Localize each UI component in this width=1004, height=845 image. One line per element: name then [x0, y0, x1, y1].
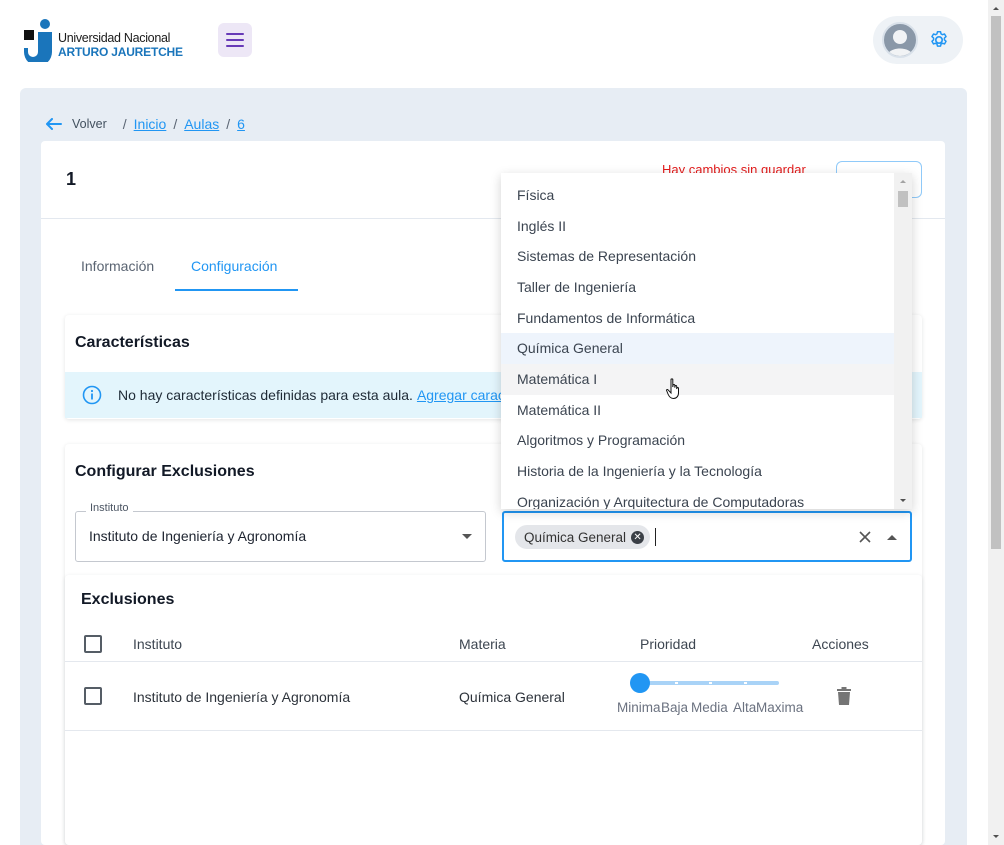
hamburger-icon — [226, 33, 244, 47]
tab-configuracion[interactable]: Configuración — [191, 258, 277, 274]
scroll-down-arrow-icon[interactable] — [894, 495, 912, 507]
add-caracteristica-link[interactable]: Agregar carac — [417, 387, 505, 403]
text-cursor — [655, 528, 656, 546]
dropdown-scrollbar[interactable] — [894, 173, 912, 509]
dropdown-option[interactable]: Sistemas de Representación — [501, 241, 894, 272]
table-row-divider — [65, 730, 922, 731]
scroll-up-arrow-icon[interactable] — [894, 175, 912, 187]
logo-line-2: ARTURO JAURETCHE — [58, 45, 183, 59]
top-bar: Universidad Nacional ARTURO JAURETCHE — [0, 0, 988, 88]
breadcrumb-inicio[interactable]: Inicio — [134, 116, 167, 132]
dropdown-option-selected[interactable]: Química General — [501, 333, 894, 364]
arrow-left-icon — [46, 118, 62, 130]
priority-slider-thumb[interactable] — [630, 673, 650, 693]
priority-mark-maxima: Maxima — [756, 700, 804, 715]
page-scrollbar-thumb[interactable] — [991, 16, 1001, 549]
dropdown-option[interactable]: Inglés II — [501, 211, 894, 242]
back-label: Volver — [72, 117, 107, 131]
materias-autocomplete[interactable]: Química General ✕ — [502, 511, 912, 562]
page-scroll-down-icon[interactable] — [988, 831, 1004, 843]
breadcrumb-aula-id[interactable]: 6 — [237, 116, 245, 132]
dropdown-scrollbar-thumb[interactable] — [898, 191, 908, 207]
dropdown-option[interactable]: Física — [501, 180, 894, 211]
dropdown-option[interactable]: Taller de Ingeniería — [501, 272, 894, 303]
gear-icon[interactable] — [928, 29, 950, 51]
collapse-arrow-icon[interactable] — [887, 534, 897, 540]
dropdown-arrow-icon — [462, 534, 472, 539]
tab-informacion[interactable]: Información — [81, 258, 154, 274]
exclusiones-title: Exclusiones — [81, 591, 175, 608]
caracteristicas-title: Características — [75, 334, 190, 351]
dropdown-option[interactable]: Matemática II — [501, 395, 894, 426]
dropdown-option[interactable]: Historia de la Ingeniería y la Tecnologí… — [501, 456, 894, 487]
cell-instituto: Instituto de Ingeniería y Agronomía — [133, 689, 351, 705]
breadcrumb-separator: / — [173, 116, 178, 132]
configurar-exclusiones-title: Configurar Exclusiones — [75, 463, 255, 480]
priority-mark-alta: Alta — [733, 700, 757, 715]
column-header-acciones: Acciones — [812, 636, 869, 652]
breadcrumb-separator: / — [226, 116, 231, 132]
info-text: No hay características definidas para es… — [118, 387, 505, 403]
dropdown-option[interactable]: Algoritmos y Programación — [501, 425, 894, 456]
instituto-select[interactable]: Instituto Instituto de Ingeniería y Agro… — [75, 502, 486, 562]
slider-mark — [675, 682, 678, 684]
row-checkbox[interactable] — [84, 687, 102, 705]
column-header-prioridad[interactable]: Prioridad — [640, 636, 696, 652]
breadcrumb: Volver / Inicio / Aulas / 6 — [46, 114, 245, 134]
cell-materia: Química General — [459, 689, 565, 705]
page-scrollbar[interactable] — [988, 0, 1004, 845]
hand-cursor-icon — [666, 378, 679, 400]
university-logo[interactable]: Universidad Nacional ARTURO JAURETCHE — [24, 18, 184, 62]
logo-line-1: Universidad Nacional — [58, 31, 171, 45]
logo-mark-icon — [24, 19, 52, 62]
instituto-label: Instituto — [86, 502, 133, 514]
info-message: No hay características definidas para es… — [118, 387, 413, 403]
slider-mark — [709, 682, 712, 684]
chip-label: Química General — [524, 529, 627, 545]
column-header-instituto[interactable]: Instituto — [133, 636, 182, 652]
user-avatar-icon[interactable] — [882, 22, 918, 58]
info-icon — [82, 385, 102, 405]
page-scroll-up-icon[interactable] — [988, 2, 1004, 14]
active-tab-indicator — [175, 289, 298, 291]
materias-dropdown-list: Física Inglés II Sistemas de Representac… — [501, 173, 912, 509]
priority-mark-minima: Minima — [617, 700, 661, 715]
dropdown-option-hovered[interactable]: Matemática I — [501, 364, 894, 395]
table-header-divider — [65, 661, 922, 662]
instituto-value: Instituto de Ingeniería y Agronomía — [89, 528, 307, 544]
menu-toggle-button[interactable] — [218, 23, 252, 57]
clear-icon[interactable] — [859, 531, 871, 543]
delete-icon[interactable] — [837, 687, 851, 705]
breadcrumb-separator: / — [122, 116, 127, 132]
chip-remove-icon[interactable]: ✕ — [631, 530, 645, 544]
dropdown-option[interactable]: Fundamentos de Informática — [501, 303, 894, 334]
breadcrumb-aulas[interactable]: Aulas — [184, 116, 219, 132]
column-header-materia[interactable]: Materia — [459, 636, 506, 652]
dropdown-option[interactable]: Organización y Arquitectura de Computado… — [501, 487, 894, 509]
selected-materia-chip: Química General ✕ — [515, 525, 651, 549]
priority-mark-baja: Baja — [661, 700, 689, 715]
priority-mark-media: Media — [691, 700, 728, 715]
user-menu[interactable] — [873, 16, 963, 64]
back-button[interactable]: Volver — [46, 117, 107, 131]
slider-mark — [744, 682, 747, 684]
aula-title: 1 — [66, 169, 77, 189]
select-all-checkbox[interactable] — [84, 635, 102, 653]
